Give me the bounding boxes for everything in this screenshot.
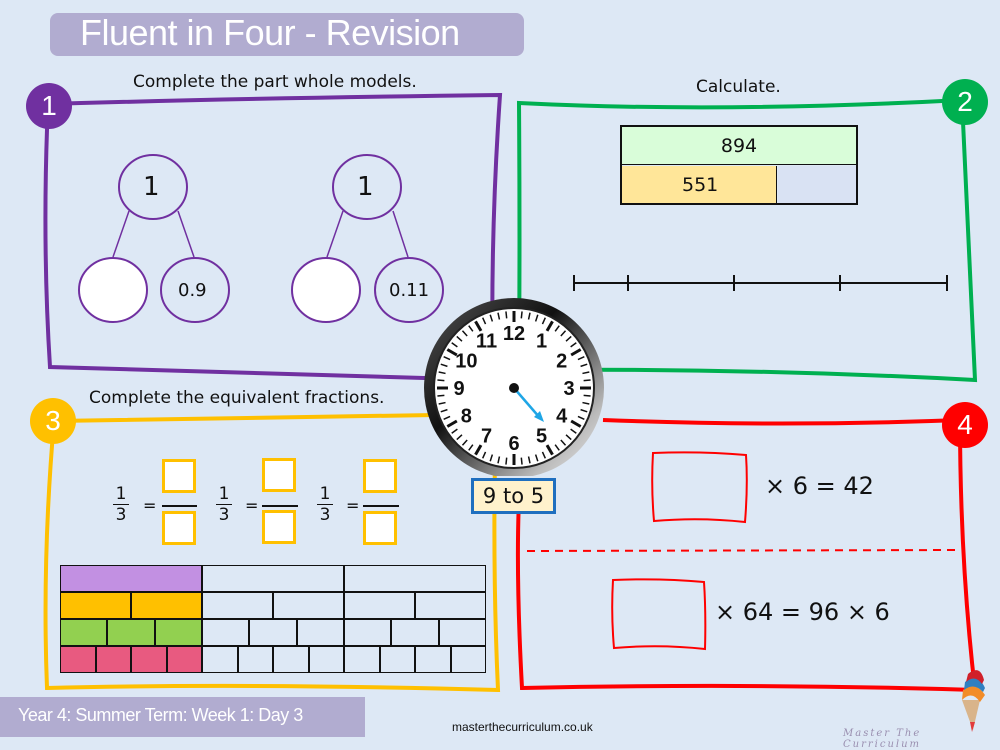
clock-numeral: 12	[503, 323, 525, 345]
clock-tick	[520, 311, 523, 319]
question-1-badge: 1	[26, 83, 72, 129]
fraction-wall-cell	[438, 619, 486, 646]
fraction-wall-cell	[249, 619, 297, 646]
clock-label: 9 to 5	[471, 478, 556, 514]
clock-numeral: 10	[455, 351, 477, 373]
clock-numeral: 5	[536, 426, 547, 448]
fraction-wall-cell	[344, 619, 392, 646]
fraction: 1 3	[113, 484, 129, 525]
clock-numeral: 3	[563, 378, 574, 400]
q2-instruction: Calculate.	[696, 77, 781, 97]
clock-numeral: 1	[536, 330, 547, 352]
fraction-wall-cell-shaded	[60, 646, 96, 673]
bar-part-unknown[interactable]	[778, 166, 856, 203]
part-answer-input[interactable]	[80, 259, 146, 321]
fraction: 1 3	[317, 484, 333, 525]
question-3-badge: 3	[30, 398, 76, 444]
clock-numeral: 6	[508, 433, 519, 455]
fraction-wall-cell	[202, 619, 250, 646]
clock-tick	[505, 457, 508, 465]
fraction-wall-cell	[202, 565, 344, 592]
q4-divider	[526, 549, 959, 552]
fraction-bar	[363, 505, 399, 507]
q3-instruction: Complete the equivalent fractions.	[89, 388, 385, 408]
bar-whole: 894	[622, 127, 856, 165]
clock-numeral: 9	[453, 378, 464, 400]
bar-part-known: 551	[622, 166, 777, 203]
fraction-wall-cell	[391, 619, 439, 646]
equation-1: × 6 = 42	[765, 472, 874, 500]
clock-tick	[583, 394, 591, 397]
fraction-wall-cell	[237, 646, 273, 673]
clock-tick	[437, 394, 445, 397]
clock-tick	[583, 379, 591, 382]
fraction-wall-cell	[202, 646, 238, 673]
whole-value: 1	[357, 172, 374, 202]
fraction-wall-cell-shaded	[166, 646, 202, 673]
fraction-wall-cell-shaded	[154, 619, 202, 646]
equals-sign: =	[346, 496, 360, 515]
fraction-wall	[60, 565, 486, 673]
website-link[interactable]: masterthecurriculum.co.uk	[452, 720, 593, 734]
fraction-wall-cell	[344, 565, 486, 592]
question-4-badge: 4	[942, 402, 988, 448]
clock-tick	[505, 311, 508, 319]
fraction-wall-cell	[296, 619, 344, 646]
q1-instruction: Complete the part whole models.	[133, 72, 417, 92]
clock-tick	[437, 379, 445, 382]
numerator-input[interactable]	[363, 459, 397, 493]
clock-numeral: 7	[481, 426, 492, 448]
numerator-input[interactable]	[262, 458, 296, 492]
denominator-input[interactable]	[262, 510, 296, 544]
fraction-wall-cell-shaded	[60, 565, 202, 592]
clock-tick	[520, 457, 523, 465]
equation-2: × 64 = 96 × 6	[715, 598, 890, 626]
logo-text: Master The Curriculum	[843, 728, 922, 750]
lesson-label: Year 4: Summer Term: Week 1: Day 3	[18, 705, 303, 725]
equals-sign: =	[245, 496, 259, 515]
fraction-wall-cell-shaded	[107, 619, 155, 646]
multiplication-answer-input[interactable]	[655, 455, 745, 519]
multiplication-answer-input[interactable]	[615, 582, 703, 646]
fraction-wall-cell	[273, 592, 344, 619]
fraction: 1 3	[216, 484, 232, 525]
fraction-wall-cell-shaded	[131, 646, 167, 673]
fraction-wall-cell	[344, 646, 380, 673]
analog-clock: 12 12 3 45678 9 1011	[424, 298, 604, 476]
equals-sign: =	[143, 496, 157, 515]
denominator-input[interactable]	[162, 511, 196, 545]
whole-value: 1	[143, 172, 160, 202]
number-line	[573, 275, 948, 291]
bar-model: 894 551	[620, 125, 858, 205]
fraction-wall-cell	[450, 646, 486, 673]
fraction-wall-cell-shaded	[60, 592, 131, 619]
fraction-wall-cell	[415, 646, 451, 673]
part-value: 0.9	[178, 280, 207, 301]
numerator-input[interactable]	[162, 459, 196, 493]
part-answer-input[interactable]	[293, 259, 359, 321]
fraction-wall-cell	[202, 592, 273, 619]
fraction-wall-cell	[415, 592, 486, 619]
clock-numeral: 4	[556, 406, 568, 428]
fraction-bar	[162, 505, 197, 507]
fraction-wall-cell	[308, 646, 344, 673]
fraction-bar	[262, 505, 298, 507]
clock-numeral: 2	[556, 351, 567, 373]
fraction-wall-cell	[379, 646, 415, 673]
fraction-wall-cell-shaded	[95, 646, 131, 673]
fraction-wall-cell	[344, 592, 415, 619]
question-2-badge: 2	[942, 79, 988, 125]
clock-numeral: 8	[461, 406, 472, 428]
clock-numeral: 11	[476, 330, 497, 352]
fraction-wall-cell	[273, 646, 309, 673]
logo-pencil-icon	[962, 670, 985, 732]
fraction-wall-cell-shaded	[131, 592, 202, 619]
fraction-wall-cell-shaded	[60, 619, 108, 646]
denominator-input[interactable]	[363, 511, 397, 545]
